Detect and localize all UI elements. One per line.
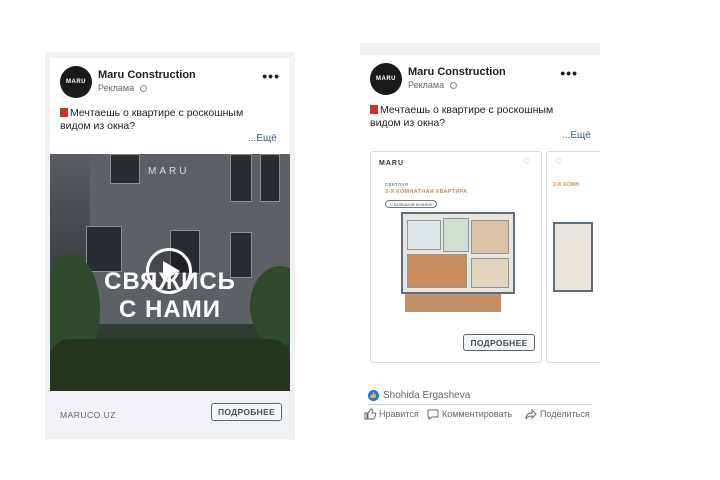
reactions-summary[interactable]: 👍 Shohida Ergasheva bbox=[368, 388, 470, 402]
like-button[interactable]: Нравится bbox=[364, 408, 419, 420]
floor-plan bbox=[401, 212, 515, 294]
page-name-link[interactable]: Maru Construction bbox=[98, 69, 196, 81]
more-options-icon[interactable]: ••• bbox=[560, 65, 578, 81]
video-headline-line2: С НАМИ bbox=[119, 296, 221, 323]
sponsored-label: Реклама bbox=[408, 80, 457, 90]
learn-more-button[interactable]: ПОДРОБНЕЕ bbox=[463, 334, 535, 351]
share-label: Поделиться bbox=[540, 409, 590, 419]
comment-label: Комментировать bbox=[442, 409, 513, 419]
window bbox=[86, 226, 122, 272]
card-subtitle: СВЕТЛАЯ bbox=[385, 182, 409, 187]
more-options-icon[interactable]: ••• bbox=[262, 68, 280, 84]
left-ad-frame: MARU Maru Construction Реклама ••• Мечта… bbox=[45, 52, 295, 440]
left-ad-card: MARU Maru Construction Реклама ••• Мечта… bbox=[50, 58, 290, 440]
video-media[interactable]: MARU СВЯЖИСЬ С НАМИ bbox=[50, 154, 290, 391]
sponsored-label: Реклама bbox=[98, 83, 147, 93]
post-header: MARU Maru Construction Реклама ••• bbox=[60, 66, 280, 98]
avatar[interactable]: MARU bbox=[370, 63, 402, 95]
room bbox=[407, 254, 467, 288]
floor-plan bbox=[553, 222, 593, 292]
share-icon bbox=[525, 408, 537, 420]
comment-icon bbox=[427, 409, 439, 420]
see-more-link[interactable]: ...Ещё bbox=[562, 130, 591, 141]
window bbox=[230, 154, 252, 202]
carousel: MARU ♡ СВЕТЛАЯ 2-Х КОМНАТНАЯ КВАРТИРА С … bbox=[360, 151, 600, 371]
right-ad-card: MARU Maru Construction Реклама ••• Мечта… bbox=[360, 55, 600, 423]
card-subtitle: 2-Х КОМН bbox=[553, 182, 580, 188]
post-text-content: Мечтаешь о квартире с роскошным видом из… bbox=[370, 104, 554, 129]
link-domain[interactable]: MARUCO.UZ bbox=[60, 410, 116, 420]
sponsored-text: Реклама bbox=[98, 83, 135, 93]
action-bar: Нравится Комментировать Поделиться bbox=[360, 406, 590, 424]
divider bbox=[368, 404, 592, 405]
post-text: Мечтаешь о квартире с роскошным видом из… bbox=[370, 104, 580, 130]
card-brand: MARU bbox=[379, 160, 404, 167]
post-header: MARU Maru Construction Реклама ••• bbox=[370, 63, 590, 95]
carousel-card-next[interactable]: ♡ 2-Х КОМН bbox=[546, 151, 600, 363]
room bbox=[443, 218, 469, 252]
window bbox=[110, 154, 140, 184]
card-title: 2-Х КОМНАТНАЯ КВАРТИРА bbox=[385, 189, 468, 195]
avatar[interactable]: MARU bbox=[60, 66, 92, 98]
post-text: Мечтаешь о квартире с роскошным видом из… bbox=[60, 107, 270, 133]
thumbs-up-icon bbox=[364, 408, 376, 420]
page-name-link[interactable]: Maru Construction bbox=[408, 66, 506, 78]
reaction-name: Shohida Ergasheva bbox=[383, 389, 471, 401]
heart-icon: ♡ bbox=[555, 157, 563, 166]
card-pill: С БОЛЬШОЙ КУХНЕЙ bbox=[385, 200, 437, 208]
share-button[interactable]: Поделиться bbox=[525, 408, 590, 420]
video-headline-line1: СВЯЖИСЬ bbox=[104, 268, 236, 295]
video-watermark: MARU bbox=[148, 166, 190, 177]
flag-emoji-icon bbox=[370, 105, 378, 114]
room bbox=[471, 220, 509, 254]
learn-more-button[interactable]: ПОДРОБНЕЕ bbox=[211, 403, 282, 421]
globe-icon bbox=[449, 82, 457, 90]
like-badge-icon: 👍 bbox=[368, 389, 379, 401]
flag-emoji-icon bbox=[60, 108, 68, 117]
window bbox=[260, 154, 280, 202]
comment-button[interactable]: Комментировать bbox=[427, 408, 512, 420]
heart-icon: ♡ bbox=[523, 157, 531, 166]
post-text-content: Мечтаешь о квартире с роскошным видом из… bbox=[60, 107, 244, 132]
like-label: Нравится bbox=[379, 409, 419, 419]
room bbox=[407, 220, 441, 250]
carousel-card[interactable]: MARU ♡ СВЕТЛАЯ 2-Х КОМНАТНАЯ КВАРТИРА С … bbox=[370, 151, 542, 363]
room bbox=[471, 258, 509, 288]
sponsored-text: Реклама bbox=[408, 80, 445, 90]
right-ad-frame: MARU Maru Construction Реклама ••• Мечта… bbox=[360, 43, 600, 423]
hedge bbox=[50, 339, 290, 391]
cta-bar: MARUCO.UZ ПОДРОБНЕЕ bbox=[50, 391, 290, 439]
globe-icon bbox=[139, 85, 147, 93]
see-more-link[interactable]: ...Ещё bbox=[248, 133, 277, 144]
